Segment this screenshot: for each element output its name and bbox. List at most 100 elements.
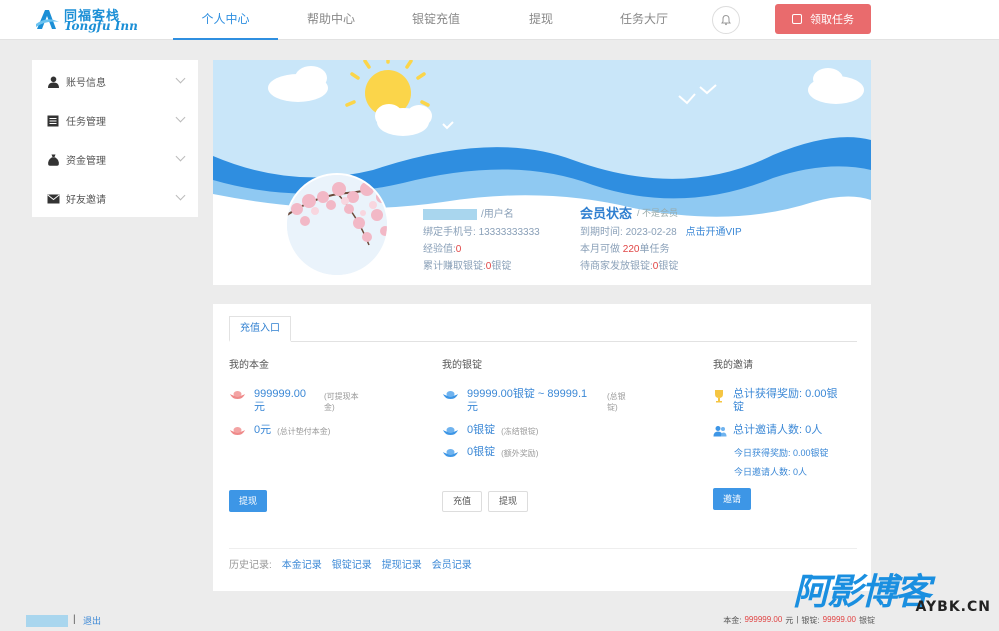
footer-masked-username: [26, 615, 68, 627]
profile-banner: /用户名 绑定手机号: 13333333333 经验值:0 累计赚取银锭:0银锭…: [213, 60, 871, 285]
history-link-withdraw[interactable]: 提现记录: [382, 556, 422, 571]
principal-amount: 999999.00: [254, 388, 306, 400]
ingots-amount-unit: 元: [467, 401, 478, 413]
footer-principal-value: 999999.00: [744, 615, 783, 624]
sidebar-item-label: 好友邀请: [66, 195, 106, 206]
principal-total: 0元: [254, 424, 272, 436]
exp-label: 经验值:: [423, 244, 456, 255]
notification-bell-button[interactable]: [712, 6, 740, 34]
phone-value: 13333333333: [478, 227, 540, 238]
withdraw-ingots-button[interactable]: 提现: [488, 491, 528, 512]
ingots-title: 我的银锭: [442, 360, 482, 371]
blue-ingot-icon: [443, 427, 458, 435]
red-ingot-icon: [230, 427, 245, 435]
sidebar-item-label: 账号信息: [66, 78, 106, 89]
principal-total-note: (总计垫付本金): [277, 427, 331, 436]
invite-today-people: 今日邀请人数: 0人: [734, 467, 808, 477]
pending-row: 待商家发放银锭:0银锭: [580, 257, 678, 272]
frozen-ingots-row: 0银锭 (冻结银锭): [442, 424, 538, 437]
trophy-icon: [715, 390, 723, 403]
ingots-amount-row: 99999.00银锭 ~ 89999.1 元 (总银锭): [442, 388, 642, 414]
claim-task-button[interactable]: 领取任务: [775, 4, 871, 34]
invite-people-row: 总计邀请人数: 0人: [713, 424, 822, 437]
username-row: /用户名: [423, 205, 514, 220]
people-icon: [713, 426, 727, 437]
phone-row: 绑定手机号: 13333333333: [423, 223, 540, 238]
money-bag-icon: [46, 154, 60, 166]
sidebar-item-invite[interactable]: 好友邀请: [32, 179, 198, 218]
frozen-ingots: 0银锭: [467, 424, 496, 436]
expire-row: 到期时间: 2023-02-28 点击开通VIP: [580, 223, 742, 238]
history-link-member[interactable]: 会员记录: [432, 556, 472, 571]
cherry-blossom-photo: [287, 175, 387, 275]
phone-label: 绑定手机号:: [423, 227, 476, 238]
username-suffix: /用户名: [481, 209, 514, 220]
expire-label: 到期时间:: [580, 227, 623, 238]
nav-help-center[interactable]: 帮助中心: [290, 0, 372, 40]
logout-link[interactable]: 退出: [83, 614, 101, 627]
sidebar-item-funds[interactable]: 资金管理: [32, 140, 198, 179]
history-links: 历史记录: 本金记录 银锭记录 提现记录 会员记录: [229, 556, 472, 571]
member-status-value: / 不是会员: [637, 208, 679, 218]
recharge-ingots-button[interactable]: 充值: [442, 491, 482, 512]
withdraw-principal-button[interactable]: 提现: [229, 490, 267, 512]
claim-task-label: 领取任务: [810, 14, 854, 26]
principal-title: 我的本金: [229, 360, 269, 371]
list-icon: [46, 115, 60, 127]
site-logo[interactable]: 同福客栈 Tongfu Inn: [34, 4, 144, 34]
nav-withdraw[interactable]: 提现: [500, 0, 582, 40]
exp-value: 0: [455, 244, 462, 255]
panel-divider: [229, 548, 857, 549]
masked-username: [423, 208, 477, 220]
principal-total-row: 0元 (总计垫付本金): [229, 424, 330, 437]
month-unit: 单任务: [639, 244, 670, 255]
watermark-cn: 阿影博客: [793, 572, 931, 613]
account-panel: 充值入口 我的本金 999999.00 元 (可提现本金) 0元 (总计垫付本金…: [213, 304, 871, 591]
blue-ingot-icon: [443, 449, 458, 457]
history-link-ingots[interactable]: 银锭记录: [332, 556, 372, 571]
sidebar-item-account[interactable]: 账号信息: [32, 62, 198, 101]
history-label: 历史记录:: [229, 560, 272, 571]
earned-row: 累计赚取银锭:0银锭: [423, 257, 511, 272]
tab-underline: [229, 341, 857, 342]
footer-principal-label: 本金:: [723, 616, 742, 625]
monthly-quota-row: 本月可做 220单任务: [580, 240, 669, 255]
expire-date: 2023-02-28: [625, 227, 677, 238]
mail-icon: [46, 193, 60, 205]
pending-unit: 银锭: [658, 261, 679, 272]
member-status-title: 会员状态: [580, 206, 633, 221]
ingots-amount: 99999.00银锭 ~ 89999.1: [467, 388, 588, 400]
watermark: 阿影博客 AYBK.CN: [793, 563, 993, 618]
nav-personal-center[interactable]: 个人中心: [173, 0, 278, 40]
month-label: 本月可做: [580, 244, 620, 255]
user-icon: [46, 76, 60, 88]
pending-label: 待商家发放银锭:: [580, 261, 653, 272]
chevron-down-icon: [175, 112, 186, 123]
exp-row: 经验值:0: [423, 240, 461, 255]
chevron-down-icon: [175, 73, 186, 84]
bell-icon: [721, 14, 731, 26]
invite-button[interactable]: 邀请: [713, 488, 751, 510]
sidebar-item-tasks[interactable]: 任务管理: [32, 101, 198, 140]
extra-ingots-note: (额外奖励): [501, 449, 539, 458]
tab-recharge-entry[interactable]: 充值入口: [229, 316, 291, 342]
chevron-down-icon: [175, 151, 186, 162]
invite-reward-unit: 锭: [733, 401, 744, 413]
footer-separator: |: [73, 614, 76, 625]
earned-unit: 银锭: [491, 261, 512, 272]
logo-mark-icon: [36, 10, 59, 29]
month-value: 220: [622, 244, 640, 255]
principal-amount-row: 999999.00 元 (可提现本金): [229, 388, 389, 414]
avatar[interactable]: [285, 173, 389, 277]
nav-task-hall[interactable]: 任务大厅: [603, 0, 685, 40]
renew-vip-link[interactable]: 点击开通VIP: [686, 227, 742, 238]
invite-today-reward: 今日获得奖励: 0.00银锭: [734, 448, 829, 458]
logo-text-en: Tongfu Inn: [64, 19, 138, 33]
earned-label: 累计赚取银锭:: [423, 261, 486, 272]
history-link-principal[interactable]: 本金记录: [282, 556, 322, 571]
principal-amount-unit: 元: [254, 401, 265, 413]
sidebar-item-label: 任务管理: [66, 117, 106, 128]
extra-ingots: 0银锭: [467, 446, 496, 458]
red-ingot-icon: [230, 391, 245, 399]
nav-ingot-recharge[interactable]: 银锭充值: [395, 0, 477, 40]
